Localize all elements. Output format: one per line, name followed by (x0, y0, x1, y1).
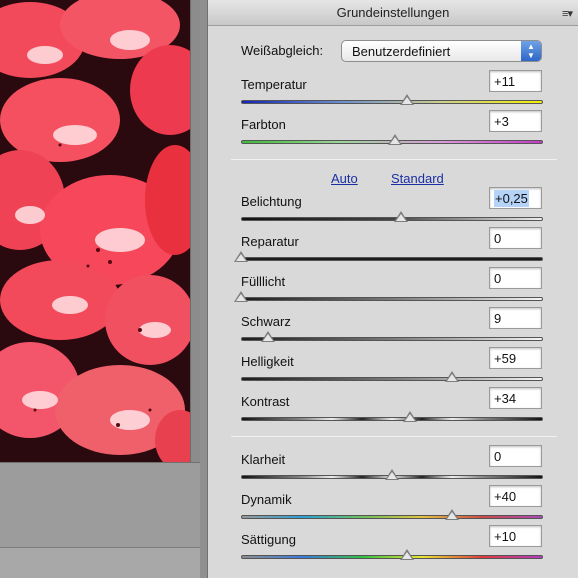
contrast-control: Kontrast +34 (241, 387, 551, 434)
panel-header: Grundeinstellungen ≡▾ (208, 0, 578, 26)
tint-field[interactable]: +3 (489, 110, 542, 132)
preview-footer (0, 462, 200, 547)
temperature-field[interactable]: +11 (489, 70, 542, 92)
preview-border (190, 0, 200, 462)
flower-photo (0, 0, 190, 462)
section-divider-2 (231, 436, 557, 437)
exposure-field[interactable]: +0,25 (489, 187, 542, 209)
vibrance-label: Dynamik (241, 492, 292, 507)
temperature-value: +11 (494, 74, 516, 89)
camera-raw-window: Grundeinstellungen ≡▾ Weißabgleich: Benu… (0, 0, 578, 578)
blacks-field[interactable]: 9 (489, 307, 542, 329)
panel-title: Grundeinstellungen (336, 5, 450, 20)
clarity-thumb[interactable] (385, 469, 399, 480)
exposure-label: Belichtung (241, 194, 302, 209)
image-preview (0, 0, 190, 462)
tint-label: Farbton (241, 117, 286, 132)
recovery-thumb[interactable] (234, 251, 248, 262)
contrast-label: Kontrast (241, 394, 290, 409)
recovery-field[interactable]: 0 (489, 227, 542, 249)
saturation-control: Sättigung +10 (241, 525, 551, 572)
temperature-thumb[interactable] (400, 94, 415, 105)
white-balance-row: Weißabgleich: Benutzerdefiniert ▲ ▼ (241, 40, 561, 62)
saturation-slider[interactable] (241, 555, 543, 559)
vibrance-value: +40 (494, 489, 517, 504)
white-balance-value: Benutzerdefiniert (352, 44, 451, 59)
brightness-label: Helligkeit (241, 354, 294, 369)
tint-control: Farbton +3 (241, 110, 551, 157)
saturation-value: +10 (494, 529, 517, 544)
exposure-thumb[interactable] (394, 211, 409, 222)
fill-light-label: Fülllicht (241, 274, 286, 289)
contrast-value: +34 (494, 391, 517, 406)
tint-thumb[interactable] (388, 134, 403, 145)
saturation-label: Sättigung (241, 532, 296, 547)
standard-link[interactable]: Standard (391, 171, 444, 186)
fill-light-field[interactable]: 0 (489, 267, 542, 289)
blacks-thumb[interactable] (261, 331, 276, 342)
auto-link[interactable]: Auto (331, 171, 358, 186)
brightness-slider[interactable] (241, 377, 543, 381)
recovery-label: Reparatur (241, 234, 299, 249)
status-bar (0, 547, 200, 578)
brightness-field[interactable]: +59 (489, 347, 542, 369)
panel-splitter[interactable] (200, 0, 208, 578)
temperature-label: Temperatur (241, 77, 307, 92)
clarity-field[interactable]: 0 (489, 445, 542, 467)
white-balance-select[interactable]: Benutzerdefiniert ▲ ▼ (341, 40, 542, 62)
brightness-thumb[interactable] (445, 371, 460, 382)
fill-light-thumb[interactable] (234, 291, 248, 302)
exposure-value: +0,25 (494, 190, 529, 207)
brightness-value: +59 (494, 351, 517, 366)
contrast-thumb[interactable] (403, 411, 418, 422)
white-balance-label: Weißabgleich: (241, 43, 324, 58)
clarity-label: Klarheit (241, 452, 286, 467)
clarity-value: 0 (494, 449, 502, 464)
contrast-slider[interactable] (241, 417, 543, 421)
blacks-slider[interactable] (241, 337, 543, 341)
saturation-thumb[interactable] (400, 549, 415, 560)
panel-menu-icon[interactable]: ≡▾ (562, 7, 573, 20)
basic-settings-panel: Grundeinstellungen ≡▾ Weißabgleich: Benu… (208, 0, 578, 578)
tint-value: +3 (494, 114, 509, 129)
recovery-slider[interactable] (241, 257, 543, 261)
exposure-slider[interactable] (241, 217, 543, 221)
fill-light-value: 0 (494, 271, 502, 286)
fill-light-slider[interactable] (241, 297, 543, 301)
vibrance-thumb[interactable] (445, 509, 460, 520)
recovery-value: 0 (494, 231, 502, 246)
vibrance-slider[interactable] (241, 515, 543, 519)
vibrance-field[interactable]: +40 (489, 485, 542, 507)
temperature-slider[interactable] (241, 100, 543, 104)
blacks-value: 9 (494, 311, 502, 326)
blacks-label: Schwarz (241, 314, 291, 329)
section-divider (231, 159, 557, 160)
saturation-field[interactable]: +10 (489, 525, 542, 547)
select-arrows-icon: ▲ ▼ (521, 41, 541, 61)
contrast-field[interactable]: +34 (489, 387, 542, 409)
